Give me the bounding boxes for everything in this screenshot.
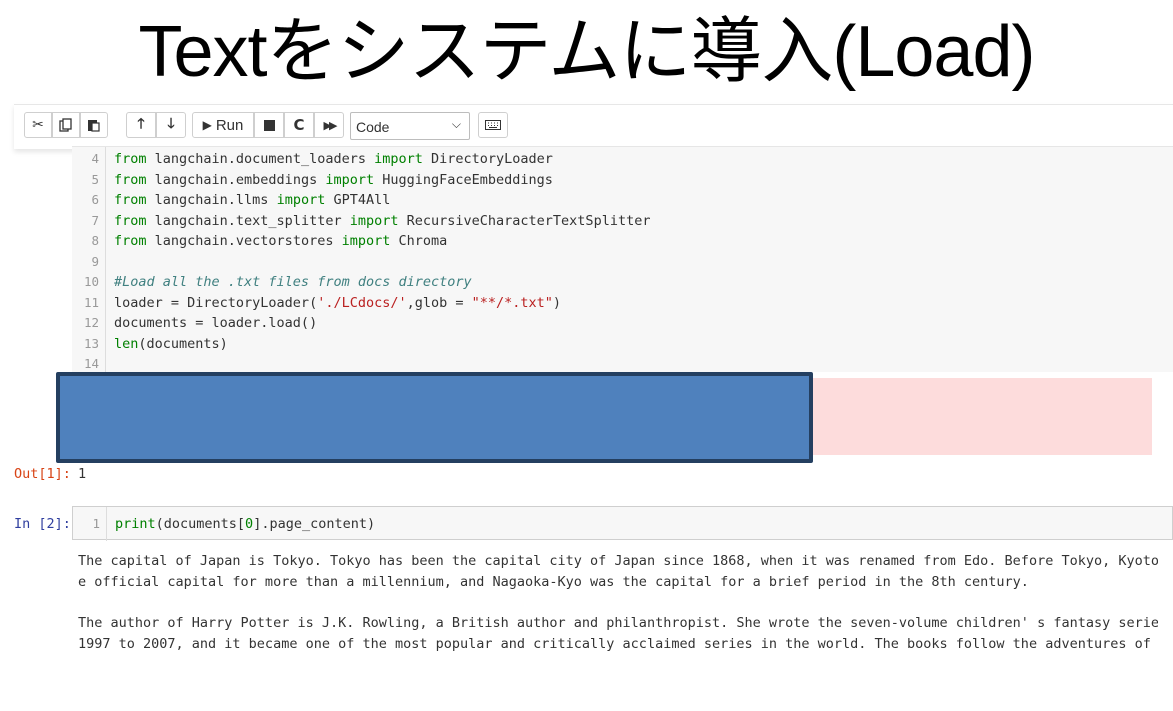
code-token: len	[114, 335, 139, 352]
stop-icon	[263, 119, 275, 131]
chevron-down-icon: ⌵	[451, 117, 461, 131]
code-args: (documents[	[155, 516, 246, 532]
code-token: import	[349, 212, 399, 229]
paste-icon	[88, 120, 100, 132]
copy-icon	[59, 118, 72, 132]
code-token: "**/*.txt"	[471, 294, 553, 311]
output-prompt: Out[1]:	[14, 466, 71, 482]
run-button[interactable]: ▶ Run	[192, 112, 254, 138]
code-text: from langchain.text_splitter import Recu…	[114, 211, 650, 231]
code-token: from	[114, 192, 147, 208]
command-palette-button[interactable]	[478, 112, 508, 138]
code-token: langchain.llms	[146, 192, 277, 208]
move-down-button[interactable]: 🡓	[156, 112, 186, 138]
cut-button[interactable]: ✂	[24, 112, 52, 138]
code-text: from langchain.vectorstores import Chrom…	[114, 231, 447, 251]
code-token: langchain.text_splitter	[146, 212, 350, 229]
code-token: import	[325, 171, 375, 188]
cell-type-select[interactable]: Code ⌵	[350, 112, 470, 140]
paste-button[interactable]	[80, 112, 108, 138]
code-token: )	[552, 294, 562, 311]
line-number: 14	[83, 356, 99, 371]
code-token: './LCdocs/'	[317, 294, 407, 311]
code-text: len(documents)	[114, 334, 228, 354]
move-down-icon: 🡓	[167, 116, 175, 132]
cell-type-value: Code	[356, 119, 390, 135]
code-token: import	[341, 233, 391, 249]
code-token: langchain.vectorstores	[146, 233, 342, 249]
line-number: 5	[91, 171, 99, 187]
code-args: ].page_content)	[253, 516, 376, 532]
code-cell-editor[interactable]: 4 from langchain.document_loaders import …	[72, 146, 1173, 372]
code-token: documents = loader.load()	[114, 315, 318, 331]
stdout-line: 1997 to 2007, and it became one of the m…	[78, 636, 1158, 652]
move-up-button[interactable]: 🡑	[126, 112, 156, 138]
code-token: HuggingFaceEmbeddings	[374, 171, 553, 188]
notebook-toolbar: ✂ 🡑 🡓 ▶ Run C ▶▶ Code ⌵	[14, 104, 1173, 149]
run-label: Run	[215, 116, 244, 134]
code-text: from langchain.llms import GPT4All	[114, 190, 390, 210]
line-number: 11	[83, 294, 99, 310]
run-icon: ▶	[202, 118, 212, 132]
code-func: print	[115, 516, 156, 532]
restart-icon: C	[293, 116, 305, 134]
code-token: RecursiveCharacterTextSplitter	[398, 212, 651, 229]
run-all-icon: ▶▶	[323, 118, 338, 132]
code-token: from	[114, 151, 147, 167]
line-number: 4	[91, 151, 99, 166]
code-token: import	[276, 192, 326, 208]
code-token: from	[114, 171, 147, 188]
code-token: Chroma	[390, 233, 448, 249]
code-token: from	[114, 233, 147, 249]
code-token: DirectoryLoader	[422, 151, 553, 167]
code-token: import	[374, 151, 423, 167]
code-token: ,glob =	[406, 294, 472, 311]
copy-button[interactable]	[52, 112, 80, 138]
stdout-line: The author of Harry Potter is J.K. Rowli…	[78, 615, 1158, 631]
code-line: print(documents[0].page_content)	[115, 514, 375, 534]
output-value: 1	[78, 466, 87, 482]
code-token: from	[114, 212, 147, 229]
stdout-line: The capital of Japan is Tokyo. Tokyo has…	[78, 553, 1158, 569]
gutter-divider	[105, 147, 106, 372]
line-number: 8	[91, 233, 99, 248]
code-token: #Load all the .txt files from docs direc…	[114, 274, 472, 290]
line-number: 13	[83, 335, 99, 351]
gutter-divider	[106, 507, 107, 541]
code-text: from langchain.document_loaders import D…	[114, 149, 553, 169]
stop-button[interactable]	[254, 112, 284, 138]
stdout-line: e official capital for more than a mille…	[78, 574, 1029, 590]
line-number: 9	[91, 253, 99, 269]
code-text: from langchain.embeddings import Hugging…	[114, 170, 553, 190]
move-up-icon: 🡑	[137, 116, 145, 132]
cut-icon: ✂	[32, 117, 44, 133]
code-token: (documents)	[138, 335, 228, 352]
stderr-output	[812, 378, 1152, 455]
code-cell-2[interactable]: 1 print(documents[0].page_content)	[72, 506, 1173, 541]
restart-button[interactable]: C	[284, 112, 314, 138]
line-number: 10	[83, 274, 99, 289]
code-text: #Load all the .txt files from docs direc…	[114, 272, 472, 292]
line-number: 6	[91, 192, 99, 207]
code-text: documents = loader.load()	[114, 313, 317, 333]
code-token: langchain.embeddings	[146, 171, 326, 188]
redaction-box	[56, 372, 813, 463]
keyboard-icon	[485, 120, 501, 130]
code-index: 0	[245, 516, 254, 532]
run-all-button[interactable]: ▶▶	[314, 112, 344, 138]
code-token: GPT4All	[325, 192, 391, 208]
code-text: loader = DirectoryLoader('./LCdocs/',glo…	[114, 293, 561, 313]
line-number: 7	[91, 212, 99, 228]
code-token: langchain.document_loaders	[146, 151, 375, 167]
slide-title: Textをシステムに導入(Load)	[138, 12, 1035, 92]
line-number: 1	[92, 516, 100, 531]
line-number: 12	[83, 315, 99, 330]
input-prompt: In [2]:	[14, 516, 71, 532]
code-token: loader = DirectoryLoader(	[114, 294, 318, 311]
